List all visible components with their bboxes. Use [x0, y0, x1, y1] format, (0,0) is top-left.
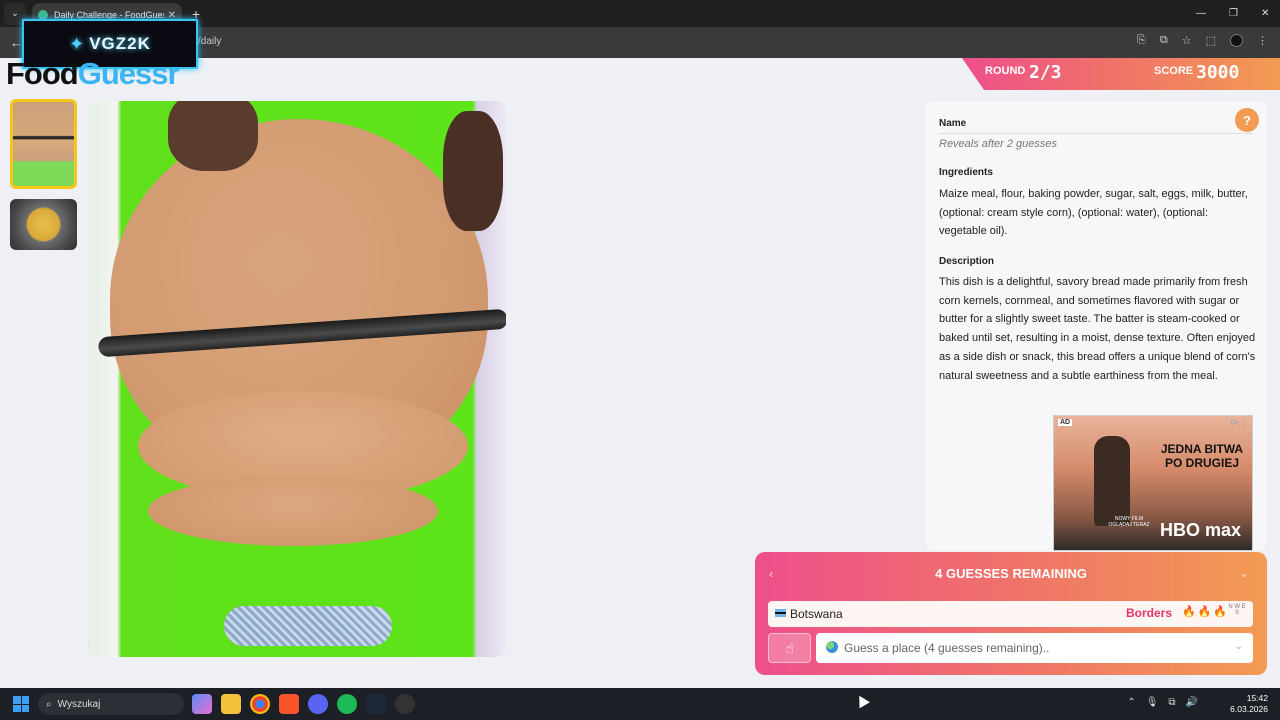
image-thumbnail-1[interactable] [10, 99, 77, 189]
previous-guess-row: Botswana Borders 🔥🔥🔥 N W E S [768, 601, 1253, 627]
address-bar-icons: ⎘ ⧉ ☆ ⬚ ⋮ [1137, 34, 1268, 47]
round-label: ROUND [985, 65, 1026, 77]
microphone-icon[interactable]: 🎙 [1146, 697, 1159, 708]
ad-headline: JEDNA BITWA PO DRUGIEJ [1160, 442, 1244, 470]
divider [939, 133, 1253, 134]
ad-brand: HBO max [1160, 520, 1242, 540]
name-value: Reveals after 2 guesses [939, 138, 1058, 150]
chevron-down-icon[interactable]: ⌄ [1235, 641, 1243, 652]
taskbar-search-label: Wyszukaj [57, 698, 101, 710]
advertisement[interactable]: AD ▷ ⋮ JEDNA BITWA PO DRUGIEJ NOWY FILM … [1053, 415, 1253, 551]
windows-start-icon[interactable] [13, 696, 29, 712]
clock-time: 15:42 [1246, 693, 1268, 703]
url-text[interactable]: /daily [198, 36, 221, 47]
hint-button[interactable]: ☝ [768, 633, 811, 663]
taskbar-clock[interactable]: 15:42 6.03.2026 [1230, 693, 1268, 715]
system-tray: ⌃ 🎙 ⧉ 🔊 [1127, 697, 1198, 708]
minimize-button[interactable]: — [1196, 0, 1206, 27]
chevron-up-icon[interactable]: ⌃ [1127, 697, 1135, 708]
image-thumbnail-2[interactable] [10, 199, 77, 250]
board-handle [224, 606, 392, 646]
description-text: This dish is a delightful, savory bread … [939, 276, 1256, 382]
app-icon[interactable] [395, 694, 415, 714]
dish-info-panel: ? Name Reveals after 2 guesses Ingredien… [925, 101, 1267, 551]
guesses-remaining-title: 4 GUESSES REMAINING [935, 566, 1087, 581]
clock-date: 6.03.2026 [1230, 704, 1268, 714]
menu-dots-icon[interactable]: ⋮ [1257, 34, 1268, 47]
foodguessr-logo[interactable]: FoodGuessr [6, 56, 180, 92]
globe-icon [826, 641, 838, 653]
volume-icon[interactable]: 🔊 [1186, 697, 1198, 708]
windows-taskbar: ⌕ Wyszukaj ⌃ 🎙 ⧉ 🔊 15:42 6.03.2026 [0, 688, 1280, 720]
cast-icon[interactable]: ⧉ [1160, 34, 1168, 47]
ingredients-text: Maize meal, flour, baking powder, sugar,… [939, 188, 1248, 238]
help-icon[interactable]: ? [1235, 108, 1259, 132]
score-value: 3000 [1196, 62, 1240, 83]
logo-food: Food [6, 56, 79, 91]
extensions-icon[interactable]: ⬚ [1206, 34, 1216, 47]
file-explorer-icon[interactable] [221, 694, 241, 714]
ingredients-title: Ingredients [939, 167, 993, 178]
bookmark-star-icon[interactable]: ☆ [1182, 34, 1192, 47]
description-title: Description [939, 256, 995, 267]
round-score-bar: ROUND 2/3 SCORE 3000 [962, 58, 1280, 90]
taskbar-search[interactable]: ⌕ Wyszukaj [38, 693, 184, 715]
guess-widget: ‹ 4 GUESSES REMAINING ⌄ Botswana Borders… [755, 552, 1267, 675]
chevron-down-icon[interactable]: ⌄ [1239, 566, 1249, 580]
hand [443, 111, 503, 231]
search-icon: ⌕ [46, 698, 52, 710]
food-photo[interactable] [88, 101, 506, 657]
ad-small-text: NOWY FILM OGLĄDAJ TERAZ [1108, 516, 1150, 528]
guess-hint: Borders [1126, 606, 1173, 620]
bread-slice [148, 476, 438, 546]
taskbar-apps [192, 694, 415, 714]
guess-input-container[interactable]: ⌄ [816, 633, 1253, 663]
network-icon[interactable]: ⧉ [1168, 697, 1175, 708]
round-value: 2/3 [1029, 62, 1062, 83]
flame-icons: 🔥🔥🔥 [1182, 606, 1230, 618]
hand [168, 101, 258, 171]
close-window-button[interactable]: ✕ [1261, 0, 1269, 27]
score-label: SCORE [1154, 65, 1194, 77]
overlay-logo-text: VGZ2K [89, 34, 151, 53]
chrome-icon[interactable] [250, 694, 270, 714]
restore-button[interactable]: ❐ [1229, 0, 1238, 27]
brave-icon[interactable] [279, 694, 299, 714]
name-title: Name [939, 118, 967, 129]
steam-icon[interactable] [366, 694, 386, 714]
discord-icon[interactable] [308, 694, 328, 714]
ad-figure [1094, 436, 1130, 526]
ad-label: AD [1058, 419, 1073, 426]
copilot-icon[interactable] [192, 694, 212, 714]
compass-icon: N W E S [1228, 604, 1246, 616]
spotify-icon[interactable] [337, 694, 357, 714]
guess-country: Botswana [790, 607, 843, 621]
profile-avatar[interactable] [1230, 34, 1243, 47]
ad-choices-icon[interactable]: ▷ ⋮ [1232, 417, 1248, 426]
translate-icon[interactable]: ⎘ [1137, 34, 1146, 47]
logo-guessr: Guessr [77, 56, 180, 91]
guess-input[interactable] [844, 633, 1224, 663]
bird-icon: ✦ [69, 33, 86, 54]
botswana-flag-icon [775, 609, 786, 617]
